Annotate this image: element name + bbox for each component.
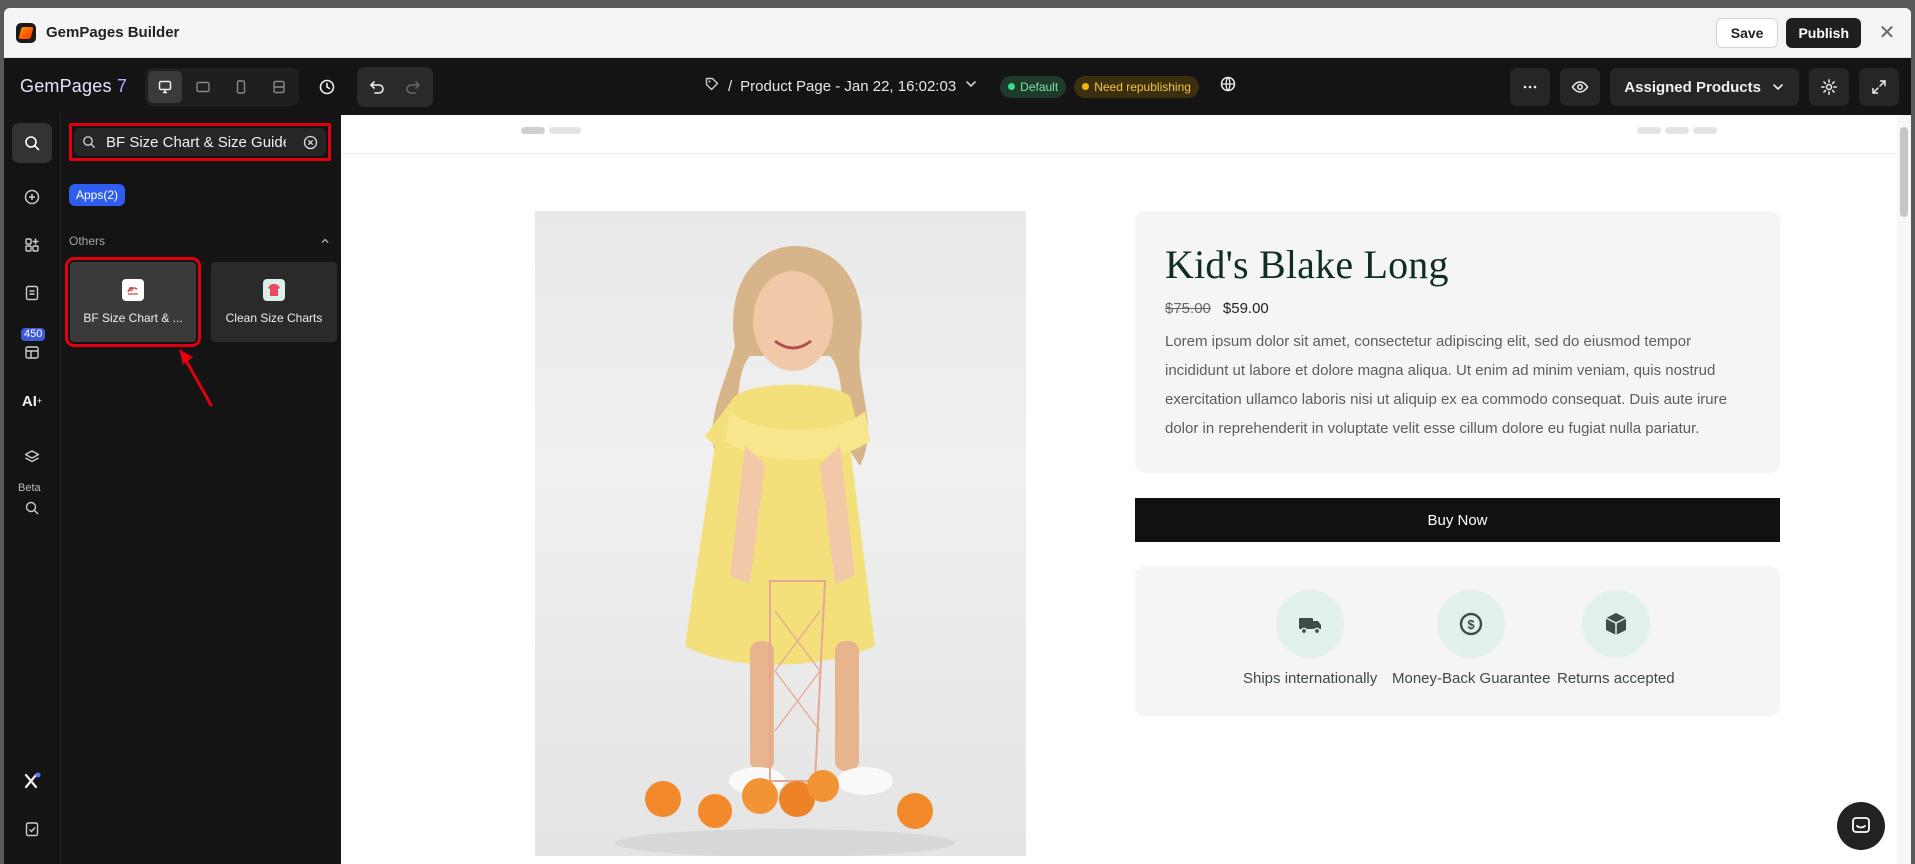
search-icon bbox=[83, 136, 95, 148]
search-highlight bbox=[69, 123, 331, 161]
preview-eye-icon[interactable] bbox=[1560, 68, 1601, 106]
chevron-up-icon[interactable] bbox=[319, 235, 331, 247]
app-title: GemPages Builder bbox=[46, 24, 180, 41]
chevron-down-icon bbox=[1773, 84, 1783, 91]
elements-search-panel: Apps(2) Others BF Size Chart & ... Clean… bbox=[61, 115, 341, 864]
templates-icon[interactable] bbox=[12, 332, 52, 372]
feature-item: Ships internationally bbox=[1243, 590, 1377, 687]
feature-label: Ships internationally bbox=[1243, 670, 1378, 687]
publish-button[interactable]: Publish bbox=[1786, 17, 1861, 48]
assigned-products-dropdown[interactable]: Assigned Products bbox=[1610, 68, 1799, 106]
product-description: Lorem ipsum dolor sit amet, consectetur … bbox=[1165, 333, 1727, 437]
top-toolbar: GemPages 7 / Product Page - Jan 22, 16:0… bbox=[4, 58, 1911, 115]
scrollbar-thumb[interactable] bbox=[1900, 127, 1908, 217]
app-tile-clean-size-charts[interactable]: Clean Size Charts bbox=[211, 262, 337, 342]
checklist-icon[interactable] bbox=[12, 809, 52, 849]
page-prefix: / bbox=[728, 78, 733, 95]
undo-icon[interactable] bbox=[359, 69, 395, 105]
desktop-icon[interactable] bbox=[148, 70, 183, 103]
compare-at-price: $75.00 bbox=[1165, 300, 1211, 317]
page-canvas[interactable]: Kid's Blake Long $75.00 $59.00 Lorem ips… bbox=[341, 115, 1911, 864]
apps-icon[interactable] bbox=[12, 225, 52, 265]
canvas-header-placeholder bbox=[341, 115, 1911, 154]
close-icon[interactable]: ✕ bbox=[1875, 21, 1899, 45]
right-toolbar: Assigned Products bbox=[1510, 68, 1899, 106]
feature-label: Money-Back Guarantee bbox=[1392, 670, 1551, 687]
undo-redo-group bbox=[357, 66, 434, 107]
feature-item: Returns accepted bbox=[1557, 590, 1675, 687]
status-badge-republish: Need republishing bbox=[1074, 75, 1199, 98]
section-others[interactable]: Others bbox=[69, 234, 331, 248]
builder-window: GemPages Builder Save Publish ✕ GemPages… bbox=[4, 8, 1911, 864]
responsive-icon[interactable] bbox=[262, 71, 296, 103]
price-row: $75.00 $59.00 bbox=[1165, 300, 1750, 317]
canvas-scrollbar[interactable] bbox=[1897, 115, 1911, 864]
trust-badges: Ships internationally $ Money-Back Guara… bbox=[1135, 566, 1780, 716]
globe-icon[interactable] bbox=[1219, 75, 1237, 98]
gempages-app-icon bbox=[16, 22, 36, 43]
current-price: $59.00 bbox=[1222, 300, 1269, 317]
beta-feature-icon[interactable] bbox=[12, 488, 52, 528]
assigned-products-label: Assigned Products bbox=[1624, 78, 1761, 96]
product-info-card: Kid's Blake Long $75.00 $59.00 Lorem ips… bbox=[1135, 211, 1780, 473]
feature-item: $ Money-Back Guarantee bbox=[1392, 590, 1550, 687]
search-icon[interactable] bbox=[12, 123, 52, 163]
bf-size-chart-icon bbox=[122, 279, 144, 301]
section-title: Others bbox=[69, 234, 106, 248]
mobile-icon[interactable] bbox=[224, 71, 258, 103]
add-element-icon[interactable] bbox=[12, 177, 52, 217]
money-back-icon: $ bbox=[1437, 590, 1506, 658]
app-tile-label: BF Size Chart & ... bbox=[83, 311, 183, 325]
fullscreen-icon[interactable] bbox=[1859, 68, 1899, 106]
product-image[interactable] bbox=[535, 211, 1026, 856]
feature-label: Returns accepted bbox=[1557, 670, 1675, 687]
buy-now-button[interactable]: Buy Now bbox=[1135, 498, 1780, 542]
tablet-landscape-icon[interactable] bbox=[186, 71, 220, 103]
title-bar: GemPages Builder Save Publish ✕ bbox=[4, 8, 1911, 58]
gempages-logo: GemPages 7 bbox=[20, 76, 128, 96]
page-name[interactable]: Product Page - Jan 22, 16:02:03 bbox=[740, 78, 956, 95]
x-brand-icon[interactable] bbox=[12, 761, 52, 801]
redo-icon[interactable] bbox=[395, 69, 431, 105]
chat-support-icon[interactable] bbox=[1837, 802, 1885, 850]
device-switcher bbox=[145, 67, 300, 106]
app-tile-bf-size-chart[interactable]: BF Size Chart & ... bbox=[65, 257, 201, 347]
app-tile-label: Clean Size Charts bbox=[225, 311, 323, 325]
page-info: / Product Page - Jan 22, 16:02:03 Defaul… bbox=[704, 58, 1237, 115]
clean-size-charts-icon bbox=[263, 279, 285, 301]
clear-search-icon[interactable] bbox=[302, 134, 318, 150]
product-title: Kid's Blake Long bbox=[1165, 242, 1449, 287]
more-options-icon[interactable] bbox=[1510, 68, 1551, 106]
truck-icon bbox=[1276, 590, 1345, 658]
apps-filter-chip[interactable]: Apps(2) bbox=[69, 184, 126, 206]
box-icon bbox=[1581, 590, 1650, 658]
left-icon-rail: 450 AI + Beta bbox=[4, 115, 61, 864]
red-arrow-annotation bbox=[179, 349, 213, 407]
pages-icon[interactable] bbox=[12, 273, 52, 313]
chevron-down-icon[interactable] bbox=[964, 77, 978, 96]
search-field[interactable] bbox=[74, 128, 326, 156]
tag-icon bbox=[704, 76, 720, 97]
status-badge-default: Default bbox=[1000, 75, 1067, 98]
layers-icon[interactable] bbox=[12, 437, 52, 477]
save-button[interactable]: Save bbox=[1715, 17, 1779, 48]
search-input[interactable] bbox=[106, 133, 286, 151]
ai-icon[interactable]: AI + bbox=[12, 381, 52, 421]
history-icon[interactable] bbox=[309, 69, 345, 105]
settings-gear-icon[interactable] bbox=[1809, 68, 1849, 106]
svg-text:$: $ bbox=[1468, 617, 1476, 632]
